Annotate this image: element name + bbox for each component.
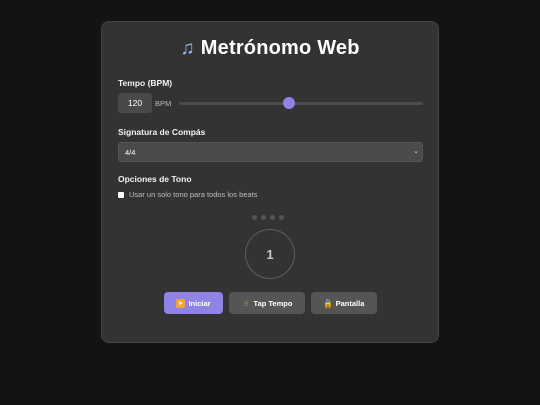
single-tone-option[interactable]: Usar un solo tono para todos los beats xyxy=(118,190,257,199)
tempo-label: Tempo (BPM) xyxy=(118,78,173,88)
play-icon xyxy=(176,298,186,308)
time-signature-value: 4/4 xyxy=(125,147,136,157)
single-tone-checkbox-label: Usar un solo tono para todos los beats xyxy=(129,190,258,199)
tap-tempo-button[interactable]: ☝ Tap Tempo xyxy=(229,292,305,314)
screen-button[interactable]: 🔒 Pantalla xyxy=(311,292,377,314)
start-button[interactable]: Iniciar xyxy=(164,292,223,314)
tone-options-label: Opciones de Tono xyxy=(118,174,192,184)
music-note-icon: ♫ xyxy=(180,38,195,59)
beat-counter: 1 xyxy=(245,229,295,279)
beat-dot xyxy=(279,215,284,220)
chevron-down-icon: ⌄ xyxy=(413,148,419,155)
start-button-label: Iniciar xyxy=(188,298,211,308)
pointing-hand-icon: ☝ xyxy=(243,298,249,308)
beat-dots xyxy=(252,215,284,220)
beat-dot xyxy=(252,215,257,220)
screen-button-label: Pantalla xyxy=(335,298,365,308)
tempo-slider[interactable] xyxy=(179,97,423,109)
single-tone-checkbox[interactable] xyxy=(118,191,124,198)
page-title: ♫ Metrónomo Web xyxy=(102,37,438,60)
bpm-input[interactable]: 120 xyxy=(118,93,152,113)
beat-dot xyxy=(261,215,266,220)
bpm-unit-label: BPM xyxy=(155,99,172,108)
app-title: Metrónomo Web xyxy=(200,37,360,59)
time-signature-label: Signatura de Compás xyxy=(118,127,206,137)
lock-icon: 🔒 xyxy=(323,298,334,308)
time-signature-select[interactable]: 4/4 ⌄ xyxy=(118,142,423,162)
tempo-slider-thumb[interactable] xyxy=(282,97,295,109)
tap-tempo-button-label: Tap Tempo xyxy=(253,298,293,308)
beat-dot xyxy=(270,215,275,220)
metronome-card: ♫ Metrónomo Web Tempo (BPM) 120 BPM Signa… xyxy=(101,21,439,343)
